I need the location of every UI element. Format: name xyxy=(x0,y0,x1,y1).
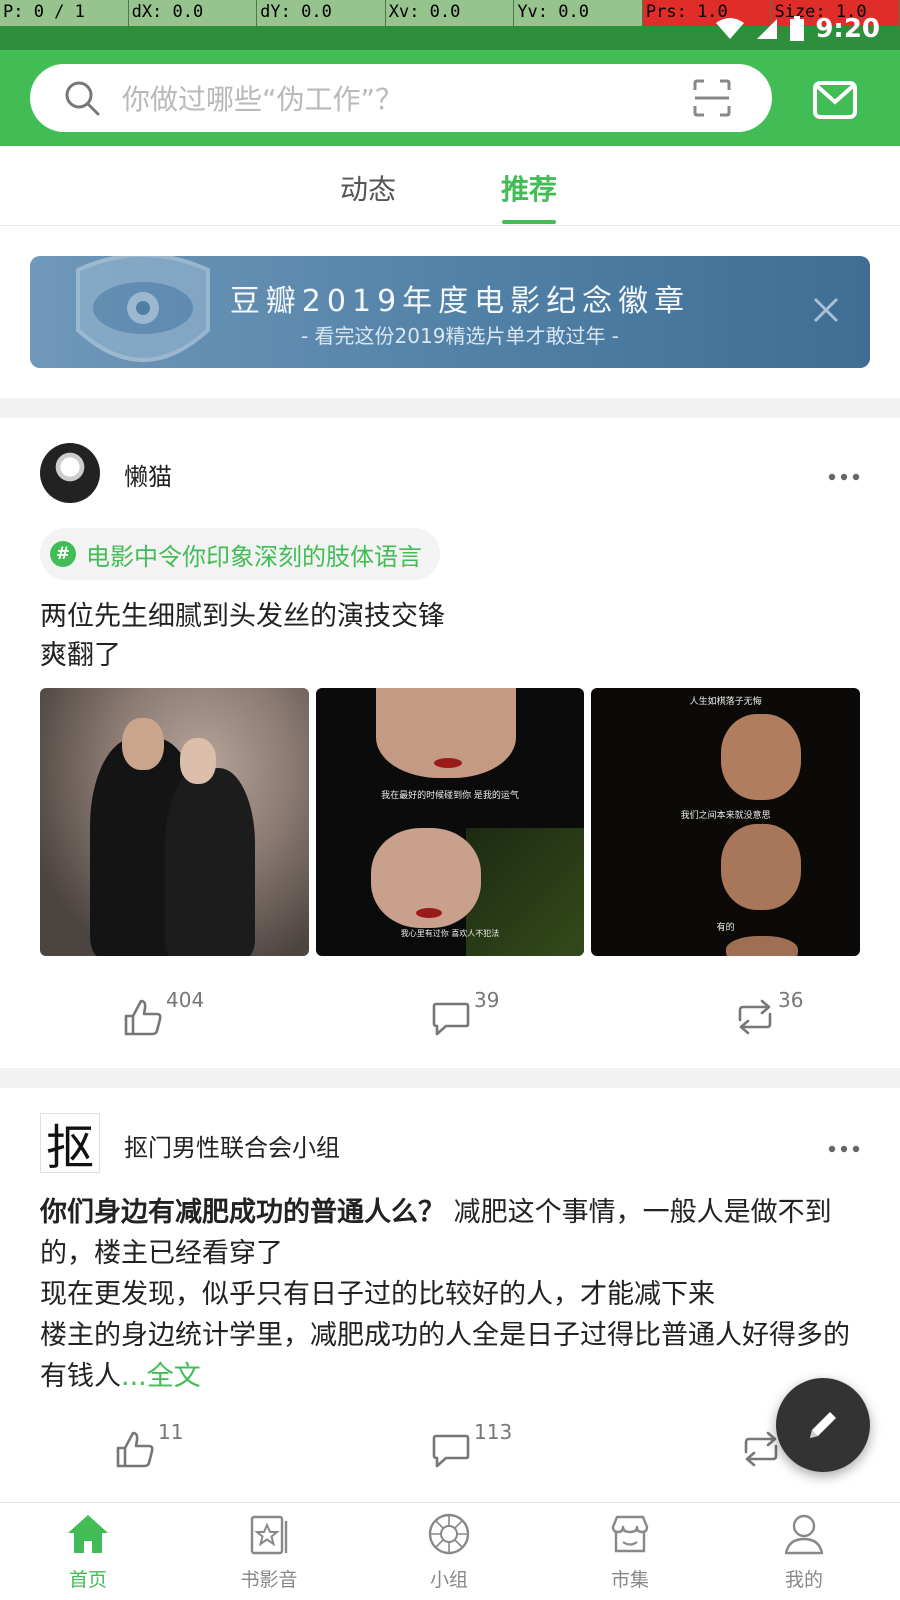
group-avatar[interactable]: 抠 xyxy=(40,1113,100,1176)
post-body-text: 现在更发现，似乎只有日子过的比较好的人，才能减下来 xyxy=(40,1279,715,1310)
photo-caption: 我心里有过你 喜欢人不犯法 xyxy=(400,929,500,938)
search-bar[interactable]: 你做过哪些“伪工作”？ xyxy=(30,64,772,132)
debug-dx: dX: 0.0 xyxy=(128,0,258,26)
like-count: 404 xyxy=(166,988,205,1012)
tab-indicator xyxy=(502,220,556,224)
search-icon xyxy=(65,81,100,116)
group-icon xyxy=(428,1513,470,1555)
post-actions: 11 113 xyxy=(0,1420,900,1480)
post-text-line: 两位先生细腻到头发丝的演技交锋 xyxy=(40,601,445,632)
comment-icon xyxy=(432,1002,470,1036)
thumbs-up-icon xyxy=(124,999,162,1036)
photo-figure xyxy=(165,768,255,956)
debug-yv: Yv: 0.0 xyxy=(514,0,643,26)
debug-xv: Xv: 0.0 xyxy=(385,0,515,26)
post-title: 你们身边有减肥成功的普通人么？ xyxy=(40,1197,445,1228)
nav-label: 首页 xyxy=(68,1569,107,1591)
pencil-icon xyxy=(810,1412,836,1438)
nav-label: 我的 xyxy=(784,1569,823,1591)
market-icon xyxy=(611,1515,649,1553)
topic-tag[interactable]: # 电影中令你印象深刻的肢体语言 xyxy=(40,528,440,580)
like-button[interactable]: 404 xyxy=(122,988,204,1038)
bottom-nav: 首页 书影音 小组 市集 我的 xyxy=(0,1502,900,1600)
post-username[interactable]: 懒猫 xyxy=(124,457,172,492)
photo-caption: 我们之间本来就没意思 xyxy=(680,811,771,821)
feed-tabs: 动态 推荐 xyxy=(0,146,900,226)
mail-icon[interactable] xyxy=(812,80,858,120)
comment-button[interactable]: 113 xyxy=(430,1420,512,1470)
reshare-icon xyxy=(744,1431,778,1467)
post-text-line: 爽翻了 xyxy=(40,640,121,671)
close-icon[interactable] xyxy=(812,296,840,324)
like-count: 11 xyxy=(158,1420,184,1444)
read-more-link[interactable]: ...全文 xyxy=(121,1361,201,1392)
photo-caption: 人生如棋落子无悔 xyxy=(689,697,762,707)
nav-profile[interactable]: 我的 xyxy=(744,1511,864,1592)
post-body[interactable]: 你们身边有减肥成功的普通人么？ 减肥这个事情，一般人是做不到的，楼主已经看穿了 … xyxy=(40,1192,870,1397)
banner-subtitle: - 看完这份2019精选片单才敢过年 - xyxy=(300,324,620,348)
home-icon xyxy=(68,1515,108,1553)
hashtag-icon: # xyxy=(50,541,76,567)
comment-count: 39 xyxy=(474,988,500,1012)
topic-text: 电影中令你印象深刻的肢体语言 xyxy=(86,542,422,571)
debug-pointer: P: 0 / 1 xyxy=(0,0,129,26)
status-time: 9:20 xyxy=(815,14,880,44)
compose-button[interactable] xyxy=(776,1378,870,1472)
like-button[interactable]: 11 xyxy=(114,1420,183,1470)
book-film-icon xyxy=(250,1515,288,1555)
nav-market[interactable]: 市集 xyxy=(570,1511,690,1592)
reshare-count: 36 xyxy=(778,988,804,1012)
comment-icon xyxy=(432,1434,470,1468)
post-photo[interactable]: 我在最好的时候碰到你 是我的运气 我心里有过你 喜欢人不犯法 xyxy=(315,688,585,956)
comment-count: 113 xyxy=(474,1420,513,1444)
wifi-icon xyxy=(716,18,745,39)
debug-dy: dY: 0.0 xyxy=(257,0,386,26)
banner-title: 豆瓣2019年度电影纪念徽章 xyxy=(229,284,691,319)
tab-feed[interactable]: 动态 xyxy=(340,168,396,208)
status-icons: 9:20 xyxy=(715,14,880,44)
nav-label: 小组 xyxy=(429,1569,468,1591)
post-actions: 404 39 36 xyxy=(0,988,900,1048)
photo-caption: 我在最好的时候碰到你 是我的运气 xyxy=(381,791,519,801)
nav-home[interactable]: 首页 xyxy=(28,1511,148,1592)
thumbs-up-icon xyxy=(116,1431,154,1468)
photo-lips xyxy=(433,758,462,768)
nav-book-film[interactable]: 书影音 xyxy=(209,1511,329,1592)
more-icon[interactable] xyxy=(828,473,860,481)
reshare-button[interactable]: 36 xyxy=(734,988,803,1038)
photo-face xyxy=(721,714,802,800)
photo-lips xyxy=(415,908,442,918)
post-photo[interactable] xyxy=(40,688,309,956)
search-placeholder: 你做过哪些“伪工作”？ xyxy=(122,83,404,116)
comment-button[interactable]: 39 xyxy=(430,988,499,1038)
battery-icon xyxy=(790,16,805,41)
photo-grid: 我在最好的时候碰到你 是我的运气 我心里有过你 喜欢人不犯法 人生如棋落子无悔 … xyxy=(40,688,861,956)
photo-caption: 有的 xyxy=(716,923,735,933)
profile-icon xyxy=(784,1514,824,1555)
photo-face xyxy=(180,738,216,784)
post-username[interactable]: 抠门男性联合会小组 xyxy=(124,1128,340,1163)
photo-face xyxy=(122,718,164,770)
nav-label: 书影音 xyxy=(240,1569,298,1591)
section-divider xyxy=(0,1068,900,1088)
photo-face xyxy=(721,824,802,910)
scan-icon[interactable] xyxy=(692,78,732,118)
avatar[interactable] xyxy=(40,443,100,503)
tab-recommend[interactable]: 推荐 xyxy=(501,168,557,208)
reshare-icon xyxy=(738,999,772,1035)
photo-face xyxy=(726,936,799,956)
more-icon[interactable] xyxy=(828,1145,860,1153)
promo-banner[interactable]: 豆瓣2019年度电影纪念徽章 - 看完这份2019精选片单才敢过年 - xyxy=(30,256,870,368)
top-header: 你做过哪些“伪工作”？ xyxy=(0,50,900,146)
section-divider xyxy=(0,398,900,418)
post-photo[interactable]: 人生如棋落子无悔 我们之间本来就没意思 有的 xyxy=(591,688,861,956)
signal-icon xyxy=(757,19,778,39)
nav-label: 市集 xyxy=(610,1569,649,1591)
nav-group[interactable]: 小组 xyxy=(389,1511,509,1592)
